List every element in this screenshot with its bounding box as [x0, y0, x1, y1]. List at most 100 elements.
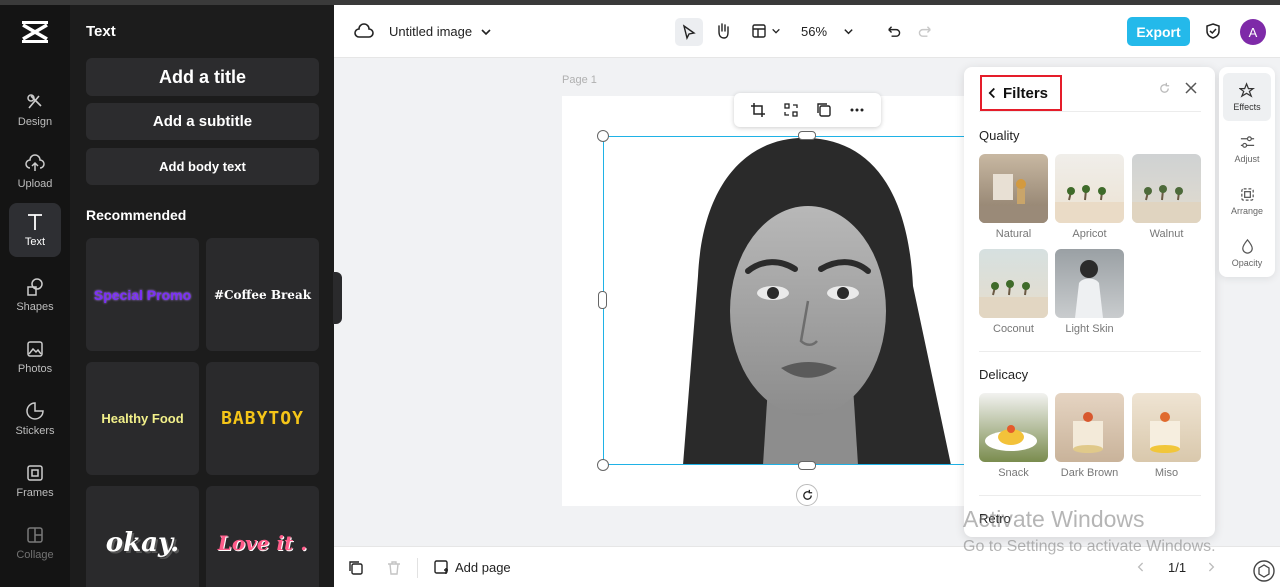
delete-page-button[interactable] — [386, 560, 402, 581]
resize-handle-bottom[interactable] — [798, 461, 816, 470]
adjust-tool[interactable]: Adjust — [1223, 125, 1271, 173]
tool-label: Arrange — [1230, 206, 1264, 216]
add-subtitle-button[interactable]: Add a subtitle — [86, 103, 319, 140]
layout-button[interactable] — [751, 23, 781, 39]
cloud-icon[interactable] — [354, 22, 374, 42]
export-button[interactable]: Export — [1127, 17, 1190, 46]
floating-toolbar — [734, 93, 881, 127]
selection-box — [603, 136, 983, 465]
text-preset-card[interactable]: BABYTOY — [206, 362, 319, 475]
rail-label: Photos — [17, 363, 53, 375]
chatgpt-icon[interactable] — [1252, 559, 1276, 587]
preset-label: Love it . — [217, 530, 308, 555]
filter-thumb-apricot[interactable] — [1055, 154, 1124, 223]
filter-thumb-light-skin[interactable] — [1055, 249, 1124, 318]
add-page-icon — [434, 560, 448, 574]
duplicate-icon[interactable] — [816, 102, 832, 118]
left-rail: Design Upload Text Shapes Photos Sticker… — [0, 5, 70, 587]
filter-label: Natural — [995, 228, 1032, 240]
filter-thumb-snack[interactable] — [979, 393, 1048, 462]
filter-thumb-natural[interactable] — [979, 154, 1048, 223]
rail-item-stickers[interactable]: Stickers — [9, 392, 61, 446]
add-body-text-button[interactable]: Add body text — [86, 148, 319, 185]
rail-item-photos[interactable]: Photos — [9, 330, 61, 384]
rail-label: Collage — [16, 549, 54, 561]
chevron-left-icon — [988, 87, 995, 99]
text-preset-card[interactable]: Healthy Food — [86, 362, 199, 475]
stickers-icon — [26, 402, 44, 420]
reset-icon[interactable] — [1158, 82, 1171, 100]
preset-label: BABYTOY — [221, 408, 304, 429]
pointer-icon — [682, 24, 696, 40]
text-panel: Text Add a title Add a subtitle Add body… — [70, 5, 334, 587]
rail-label: Upload — [17, 178, 53, 190]
rotate-handle[interactable] — [796, 484, 818, 506]
chevron-down-icon — [772, 28, 780, 34]
redo-button[interactable] — [918, 23, 935, 40]
frames-icon — [27, 465, 43, 481]
filter-label: Snack — [998, 467, 1029, 479]
shield-icon — [1206, 23, 1220, 39]
filter-thumb-miso[interactable] — [1132, 393, 1201, 462]
add-title-button[interactable]: Add a title — [86, 58, 319, 96]
text-preset-card[interactable]: Special Promo — [86, 238, 199, 351]
panel-title: Text — [86, 23, 116, 40]
hand-icon — [718, 23, 729, 39]
undo-button[interactable] — [884, 23, 901, 40]
section-title-delicacy: Delicacy — [979, 367, 1029, 382]
panel-collapse-handle[interactable] — [333, 272, 342, 324]
effects-tool[interactable]: Effects — [1223, 73, 1271, 121]
rail-item-design[interactable]: Design — [9, 83, 61, 137]
document-title[interactable]: Untitled image — [389, 24, 492, 39]
text-preset-card[interactable]: #Coffee Break — [206, 238, 319, 351]
zoom-value: 56% — [801, 24, 828, 39]
resize-handle-bottom-left[interactable] — [597, 459, 609, 471]
crop-icon[interactable] — [750, 102, 766, 118]
divider — [979, 351, 1201, 352]
avatar[interactable]: A — [1240, 19, 1266, 45]
top-bar: Untitled image 56% Export A — [334, 5, 1280, 58]
page-indicator: 1/1 — [1168, 560, 1187, 575]
rail-label: Stickers — [15, 425, 55, 437]
filters-panel: Filters Quality Natural Apricot Walnut C… — [964, 67, 1215, 537]
filter-thumb-walnut[interactable] — [1132, 154, 1201, 223]
filter-label: Light Skin — [1065, 323, 1114, 335]
redo-icon — [918, 26, 931, 37]
resize-handle-left[interactable] — [598, 291, 607, 309]
prev-page-button[interactable] — [1137, 560, 1145, 578]
duplicate-page-button[interactable] — [348, 560, 364, 581]
more-icon[interactable] — [849, 102, 865, 118]
add-page-button[interactable]: Add page — [433, 559, 511, 575]
select-tool-button[interactable] — [675, 18, 703, 46]
design-icon — [27, 94, 42, 109]
trash-icon — [388, 561, 400, 575]
filter-label: Coconut — [993, 323, 1034, 335]
rail-item-shapes[interactable]: Shapes — [9, 268, 61, 322]
collage-icon — [27, 527, 43, 543]
next-page-button[interactable] — [1207, 560, 1215, 578]
opacity-tool[interactable]: Opacity — [1223, 229, 1271, 277]
filter-thumb-coconut[interactable] — [979, 249, 1048, 318]
rail-item-collage[interactable]: Collage — [9, 516, 61, 570]
resize-handle-top[interactable] — [798, 131, 816, 140]
text-preset-card[interactable]: Love it . — [206, 486, 319, 587]
rail-item-text[interactable]: Text — [9, 203, 61, 257]
hand-tool-button[interactable] — [714, 22, 732, 40]
adjust-icon — [1240, 136, 1254, 148]
replace-icon[interactable] — [783, 102, 799, 118]
filters-back-button[interactable]: Filters — [980, 75, 1062, 111]
rail-item-upload[interactable]: Upload — [9, 145, 61, 199]
text-preset-card[interactable]: okay. — [86, 486, 199, 587]
filter-thumb-dark-brown[interactable] — [1055, 393, 1124, 462]
zoom-control[interactable]: 56% — [801, 24, 854, 39]
rail-item-frames[interactable]: Frames — [9, 454, 61, 508]
arrange-tool[interactable]: Arrange — [1223, 177, 1271, 225]
close-icon[interactable] — [1184, 81, 1198, 100]
shield-button[interactable] — [1204, 22, 1222, 40]
divider — [979, 495, 1201, 496]
filter-label: Walnut — [1149, 228, 1184, 240]
opacity-icon — [1241, 238, 1253, 254]
resize-handle-top-left[interactable] — [597, 130, 609, 142]
chevron-left-icon — [1137, 562, 1144, 572]
arrange-icon — [1240, 188, 1254, 201]
